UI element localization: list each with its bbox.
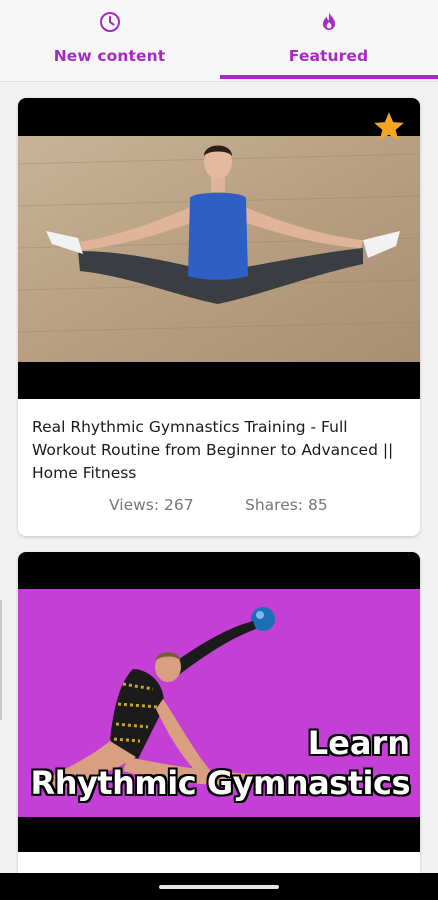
tab-featured[interactable]: Featured (219, 0, 438, 82)
star-icon (374, 112, 404, 141)
tab-new-content-label: New content (53, 47, 166, 65)
tab-featured-label: Featured (288, 47, 369, 65)
selected-tab-indicator (220, 75, 438, 79)
video-thumbnail[interactable] (18, 98, 420, 399)
home-gesture-handle[interactable] (159, 885, 279, 889)
top-tab-bar: New content Featured (0, 0, 438, 82)
clock-icon (99, 12, 120, 32)
video-thumbnail[interactable]: Learn Rhythmic Gymnastics (18, 552, 420, 852)
thumbnail-image (18, 136, 420, 362)
thumbnail-image: Learn Rhythmic Gymnastics (18, 589, 420, 817)
views-count: Views: 267 (109, 496, 194, 514)
shares-count: Shares: 85 (245, 496, 328, 514)
video-card[interactable]: Real Rhythmic Gymnastics Training - Full… (18, 98, 420, 536)
video-stats: Views: 267 Shares: 85 (18, 496, 420, 520)
edge-scroll-hint (0, 600, 2, 720)
video-title: Real Rhythmic Gymnastics Training - Full… (32, 418, 394, 482)
flame-icon (322, 12, 335, 30)
system-navigation-bar (0, 873, 438, 900)
thumbnail-text-line2: Rhythmic Gymnastics (30, 764, 411, 802)
tab-new-content[interactable]: New content (0, 0, 219, 82)
thumbnail-text-line1: Learn (307, 724, 410, 762)
video-card[interactable]: Learn Rhythmic Gymnastics (18, 552, 420, 892)
